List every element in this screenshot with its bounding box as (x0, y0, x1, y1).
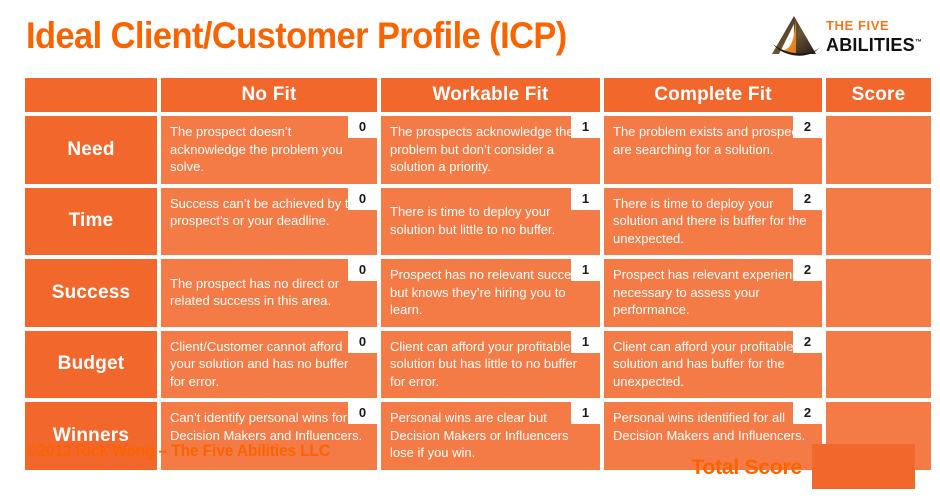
copyright-notice: ©2013 Rick Wong – The Five Abilities LLC (26, 441, 331, 460)
cell-text: Client can afford your profitable soluti… (390, 338, 577, 389)
cell-text: Success can’t be achieved by the prospec… (170, 195, 363, 229)
row-label-budget: Budget (25, 330, 157, 398)
score-badge-1: 1 (571, 402, 600, 424)
score-badge-2: 2 (793, 259, 822, 281)
score-badge-0: 0 (348, 187, 377, 210)
score-badge-2: 2 (793, 187, 822, 210)
cell-time-no-fit: Success can’t be achieved by the prospec… (161, 187, 377, 255)
score-badge-0: 0 (348, 116, 377, 138)
column-header-complete-fit: Complete Fit (604, 78, 822, 112)
cell-text: Client can afford your profitable soluti… (613, 338, 794, 389)
cell-need-workable-fit: The prospects acknowledge the problem bu… (381, 116, 600, 184)
cell-success-complete-fit: Prospect has relevant experience necessa… (604, 259, 822, 327)
score-input-success[interactable] (826, 259, 931, 327)
cell-text: There is time to deploy your solution bu… (390, 204, 556, 237)
cell-time-workable-fit: There is time to deploy your solution bu… (381, 187, 600, 255)
score-badge-0: 0 (348, 330, 377, 353)
column-header-workable-fit: Workable Fit (381, 78, 600, 112)
score-badge-2: 2 (793, 402, 822, 424)
score-badge-0: 0 (348, 402, 377, 424)
cell-text: The problem exists and prospects are sea… (613, 124, 809, 157)
score-input-time[interactable] (826, 187, 931, 255)
column-header-score: Score (826, 78, 931, 112)
column-header-no-fit: No Fit (161, 78, 377, 112)
score-badge-1: 1 (571, 187, 600, 210)
brand-logo-text: THE FIVE ABILITIES™ (826, 18, 922, 55)
total-score-input[interactable] (812, 444, 915, 489)
cell-text: Client/Customer cannot afford your solut… (170, 338, 349, 389)
cell-text: Prospect has relevant experience necessa… (613, 267, 806, 317)
cell-text: Can’t identify personal wins for Decisio… (170, 410, 363, 443)
total-score-label: Total Score (691, 456, 802, 479)
logo-abilities-word: ABILITIES (826, 35, 915, 55)
page-title: Ideal Client/Customer Profile (ICP) (26, 15, 567, 56)
row-label-success: Success (25, 259, 157, 327)
row-label-need: Need (25, 116, 157, 184)
cell-text: The prospect doesn’t acknowledge the pro… (170, 124, 343, 174)
score-badge-2: 2 (793, 330, 822, 353)
cell-budget-complete-fit: Client can afford your profitable soluti… (604, 330, 822, 398)
logo-line-the-five: THE FIVE (826, 18, 890, 33)
score-input-budget[interactable] (826, 330, 931, 398)
cell-budget-no-fit: Client/Customer cannot afford your solut… (161, 330, 377, 398)
table-header-corner (25, 78, 157, 112)
score-badge-2: 2 (793, 116, 822, 138)
cell-need-complete-fit: The problem exists and prospects are sea… (604, 116, 822, 184)
score-badge-1: 1 (571, 259, 600, 281)
score-badge-1: 1 (571, 330, 600, 353)
logo-line-abilities: ABILITIES™ (826, 33, 922, 55)
cell-success-no-fit: The prospect has no direct or related su… (161, 259, 377, 327)
cell-text: Personal wins are clear but Decision Mak… (390, 410, 569, 460)
icp-scoring-table: No Fit Workable Fit Complete Fit Score N… (25, 78, 931, 470)
cell-text: Personal wins identified for all Decisio… (613, 410, 806, 443)
triangle-swoosh-logo-icon (770, 14, 822, 60)
cell-text: There is time to deploy your solution an… (613, 195, 807, 246)
cell-budget-workable-fit: Client can afford your profitable soluti… (381, 330, 600, 398)
icp-worksheet-page: Ideal Client/Customer Profile (ICP) THE … (0, 0, 940, 500)
score-input-need[interactable] (826, 116, 931, 184)
trademark-symbol: ™ (914, 39, 923, 46)
page-header: Ideal Client/Customer Profile (ICP) THE … (0, 0, 940, 72)
cell-text: The prospect has no direct or related su… (170, 275, 340, 309)
score-badge-0: 0 (348, 259, 377, 281)
cell-success-workable-fit: Prospect has no relevant success but kno… (381, 259, 600, 327)
brand-logo: THE FIVE ABILITIES™ (770, 14, 922, 60)
cell-time-complete-fit: There is time to deploy your solution an… (604, 187, 822, 255)
cell-winners-workable-fit: Personal wins are clear but Decision Mak… (381, 402, 600, 470)
score-badge-1: 1 (571, 116, 600, 138)
cell-text: Prospect has no relevant success but kno… (390, 267, 585, 317)
cell-text: The prospects acknowledge the problem bu… (390, 124, 574, 174)
row-label-time: Time (25, 187, 157, 255)
cell-need-no-fit: The prospect doesn’t acknowledge the pro… (161, 116, 377, 184)
